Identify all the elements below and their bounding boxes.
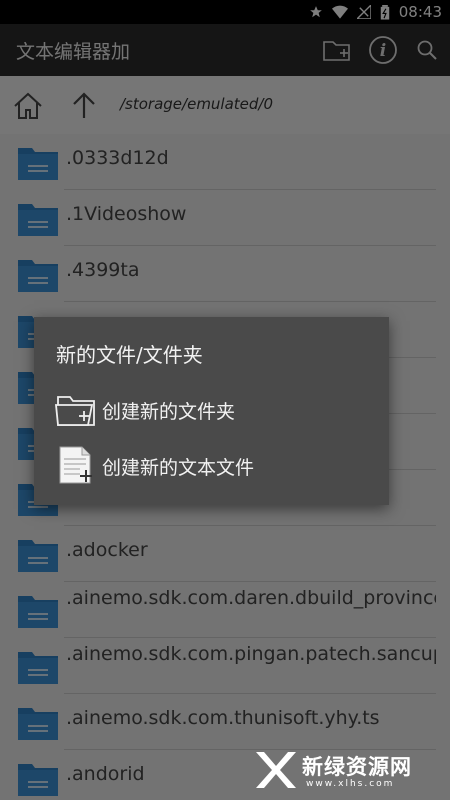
create-text-file-option[interactable]: 创建新的文本文件 xyxy=(52,441,382,491)
watermark-logo-icon xyxy=(256,752,296,788)
create-folder-label: 创建新的文件夹 xyxy=(102,401,236,423)
create-folder-option[interactable]: 创建新的文件夹 xyxy=(52,385,382,435)
new-text-file-icon xyxy=(59,446,92,484)
create-text-file-label: 创建新的文本文件 xyxy=(102,457,255,479)
new-file-folder-dialog: 新的文件/文件夹 创建新的文件夹 创建新的文本文件 xyxy=(34,317,389,505)
watermark-url: www.xlhs.com xyxy=(306,779,395,789)
watermark-text: 新绿资源网 xyxy=(302,755,412,779)
watermark: 新绿资源网 www.xlhs.com xyxy=(250,748,430,794)
new-folder-icon xyxy=(55,396,95,426)
dialog-title: 新的文件/文件夹 xyxy=(56,343,203,367)
